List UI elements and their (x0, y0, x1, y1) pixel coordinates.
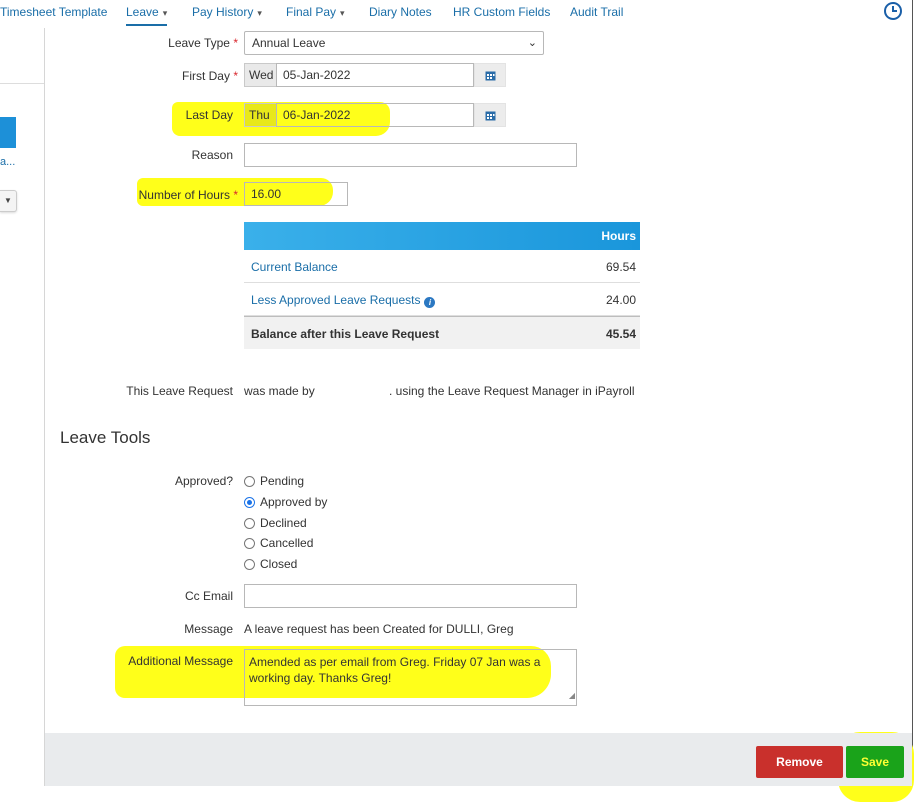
sidebar-item-truncated[interactable]: a... (0, 156, 15, 168)
first-day-input[interactable]: 05-Jan-2022 (276, 63, 474, 87)
tab-label: Audit Trail (570, 5, 624, 19)
radio-label: Pending (260, 474, 305, 488)
clock-icon[interactable] (883, 1, 903, 21)
tab-timesheet-template[interactable]: Timesheet Template (0, 5, 107, 19)
radio-cancelled[interactable]: Cancelled (244, 536, 313, 550)
reason-input[interactable] (244, 143, 577, 167)
sidebar-divider (0, 83, 44, 84)
radio-button[interactable] (244, 475, 255, 487)
first-day-weekday: Wed (244, 63, 277, 87)
calendar-icon (485, 71, 495, 80)
tab-diary-notes[interactable]: Diary Notes (369, 5, 432, 19)
message-text: A leave request has been Created for DUL… (244, 622, 514, 636)
additional-message-label: Additional Message (128, 654, 233, 668)
tab-label: Final Pay (286, 5, 337, 19)
cc-email-input[interactable] (244, 584, 577, 608)
radio-label: Cancelled (260, 536, 314, 550)
tab-leave[interactable]: Leave ▾ (126, 5, 168, 26)
last-day-input[interactable]: 06-Jan-2022 (276, 103, 474, 127)
tab-pay-history[interactable]: Pay History ▾ (192, 5, 262, 19)
chevron-down-icon: ▼ (4, 196, 12, 205)
leave-tools-title: Leave Tools (60, 428, 151, 447)
radio-label: Declined (260, 516, 307, 530)
additional-message-textarea[interactable]: Amended as per email from Greg. Friday 0… (244, 649, 577, 706)
approved-requests-cell: Less Approved Leave Requests i (251, 293, 436, 308)
radio-button[interactable] (244, 537, 255, 549)
current-balance-value: 69.54 (605, 260, 636, 274)
balance-after-label: Balance after this Leave Request (251, 327, 440, 341)
top-navigation: Timesheet Template Leave ▾ Pay History ▾ F… (0, 0, 912, 28)
tab-label: Leave (126, 5, 159, 19)
sidebar-item-active[interactable] (0, 117, 16, 148)
sidebar: a... ▼ (0, 28, 45, 786)
table-total-row: Balance after this Leave Request 45.54 (244, 316, 640, 349)
radio-approved-by[interactable]: Approved by (244, 495, 327, 509)
approved-label: Approved? (174, 474, 233, 488)
tab-label: Pay History (192, 5, 254, 19)
radio-closed[interactable]: Closed (244, 557, 297, 571)
hours-column-header: Hours (601, 229, 636, 243)
additional-message-value: Amended as per email from Greg. Friday 0… (249, 655, 541, 685)
chevron-down-icon: ▾ (340, 8, 345, 18)
first-day-label: First Day * (181, 69, 238, 83)
request-info-text-before: was made by (244, 384, 315, 398)
chevron-down-icon: ▾ (257, 8, 262, 18)
radio-button[interactable] (244, 558, 255, 570)
resize-handle-icon[interactable]: ◢ (569, 688, 575, 704)
approved-requests-value: 24.00 (605, 293, 636, 307)
radio-button-selected[interactable] (244, 496, 255, 508)
tab-label: Diary Notes (369, 5, 432, 19)
request-info-text-after: . using the Leave Request Manager in iPa… (389, 384, 635, 398)
first-day-calendar-button[interactable] (474, 63, 506, 87)
tab-audit-trail[interactable]: Audit Trail (570, 5, 623, 19)
tab-hr-custom-fields[interactable]: HR Custom Fields (453, 5, 550, 19)
hours-label: Number of Hours * (138, 188, 238, 202)
request-info-label: This Leave Request (126, 384, 233, 398)
radio-button[interactable] (244, 517, 255, 529)
reason-label: Reason (191, 148, 233, 162)
tab-final-pay[interactable]: Final Pay ▾ (286, 5, 345, 19)
radio-pending[interactable]: Pending (244, 474, 304, 488)
save-button[interactable]: Save (846, 746, 904, 778)
table-row: Less Approved Leave Requests i 24.00 (244, 283, 640, 316)
leave-balance-table: Hours Current Balance 69.54 Less Approve… (244, 222, 640, 349)
message-label: Message (184, 622, 233, 636)
last-day-label: Last Day (185, 108, 233, 122)
last-day-calendar-button[interactable] (474, 103, 506, 127)
chevron-down-icon: ▾ (162, 8, 168, 18)
last-day-weekday: Thu (244, 103, 277, 127)
leave-type-select[interactable]: Annual Leave ⌄ (244, 31, 544, 55)
table-header: Hours (244, 222, 640, 250)
calendar-icon (485, 111, 495, 120)
hours-input[interactable]: 16.00 (244, 182, 348, 206)
sidebar-toggle-button[interactable]: ▼ (0, 190, 17, 212)
leave-type-value: Annual Leave (252, 36, 326, 50)
radio-label: Closed (260, 557, 298, 571)
tab-label: HR Custom Fields (453, 5, 551, 19)
current-balance-link[interactable]: Current Balance (251, 260, 338, 274)
info-icon[interactable]: i (424, 297, 436, 308)
balance-after-value: 45.54 (605, 327, 636, 341)
cc-email-label: Cc Email (184, 589, 233, 603)
table-row: Current Balance 69.54 (244, 250, 640, 283)
tab-label: Timesheet Template (0, 5, 108, 19)
leave-type-label: Leave Type * (168, 36, 238, 50)
radio-label: Approved by (260, 495, 328, 509)
remove-button[interactable]: Remove (756, 746, 843, 778)
approved-requests-link[interactable]: Less Approved Leave Requests (251, 293, 420, 307)
radio-declined[interactable]: Declined (244, 516, 307, 530)
chevron-down-icon: ⌄ (527, 37, 537, 49)
